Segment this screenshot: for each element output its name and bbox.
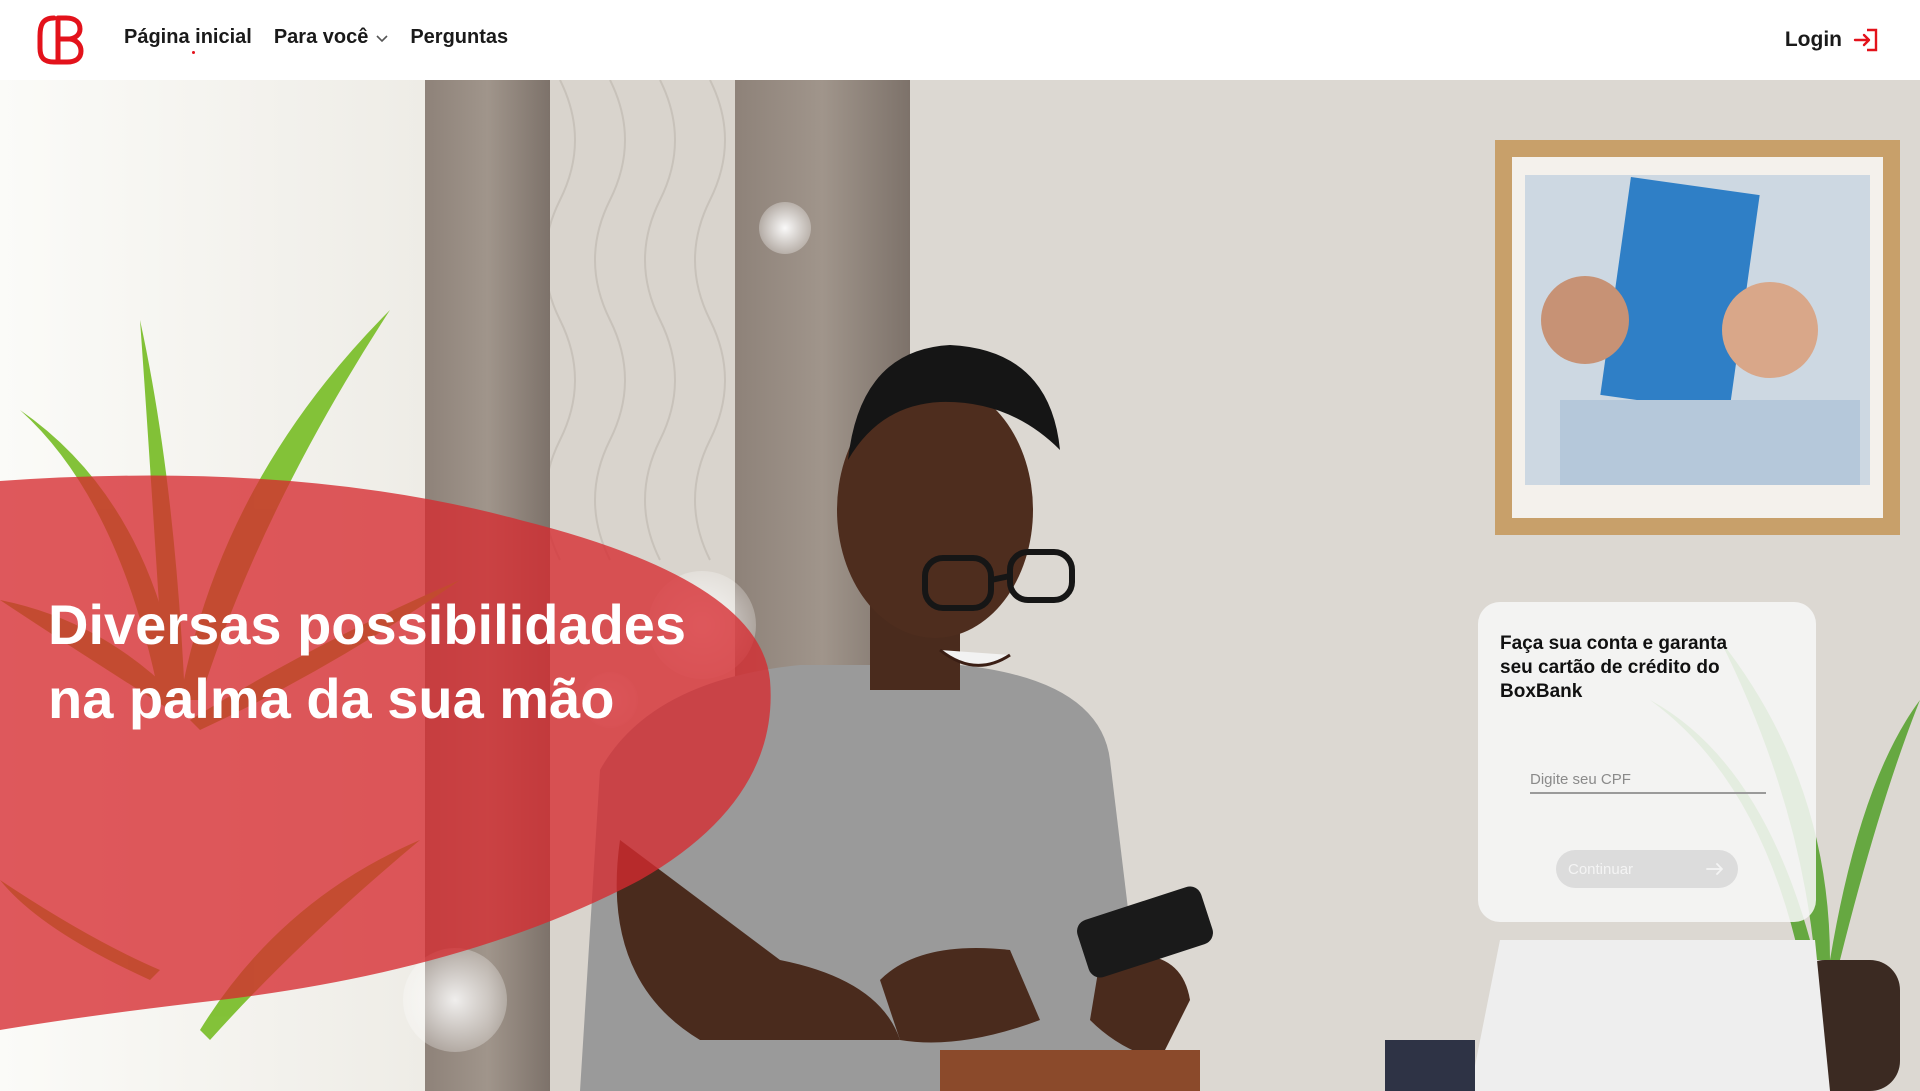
hero-photo bbox=[0, 80, 1920, 1091]
nav-home-label: Página inicial bbox=[124, 26, 252, 48]
continue-label: Continuar bbox=[1568, 860, 1634, 878]
login-arrow-icon bbox=[1853, 28, 1878, 52]
login-label: Login bbox=[1784, 28, 1842, 51]
top-nav-bar: Página inicial Para você Perguntas Login bbox=[0, 0, 1920, 80]
nav-perguntas[interactable]: Perguntas bbox=[410, 26, 508, 49]
arrow-right-icon bbox=[1706, 863, 1723, 875]
main-nav: Página inicial Para você Perguntas bbox=[124, 26, 508, 54]
signup-card: Faça sua conta e garanta seu cartão de c… bbox=[1478, 602, 1816, 922]
nav-home[interactable]: Página inicial bbox=[124, 26, 252, 54]
nav-para-voce-label: Para você bbox=[273, 26, 369, 48]
active-indicator bbox=[192, 51, 195, 54]
login-button[interactable]: Login bbox=[1785, 26, 1880, 54]
hero-section: Diversas possibilidades na palma da sua … bbox=[0, 80, 1920, 1091]
nav-perguntas-label: Perguntas bbox=[410, 26, 509, 48]
cpf-input[interactable] bbox=[1530, 766, 1766, 794]
hero-headline: Diversas possibilidades na palma da sua … bbox=[48, 593, 687, 730]
logo-icon[interactable] bbox=[36, 14, 84, 66]
chevron-down-icon bbox=[376, 34, 388, 42]
continue-button[interactable]: Continuar bbox=[1556, 850, 1738, 888]
nav-para-voce[interactable]: Para você bbox=[274, 26, 389, 49]
signup-card-title: Faça sua conta e garanta seu cartão de c… bbox=[1500, 633, 1728, 702]
